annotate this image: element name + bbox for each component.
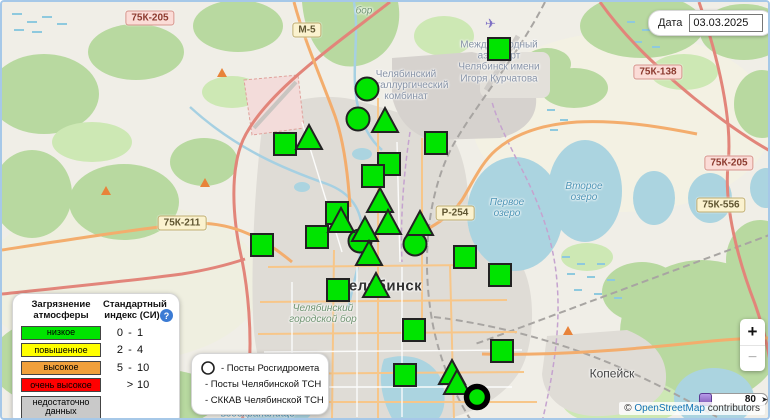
post-marker-square[interactable] <box>251 234 273 256</box>
post-marker-triangle[interactable] <box>296 125 322 149</box>
marker-legend-label: - Посты Челябинской ТСН <box>205 379 321 390</box>
marker-legend-row-circle: - Посты Росгидромета <box>200 360 320 376</box>
post-marker-square[interactable] <box>274 133 296 155</box>
openstreetmap-link[interactable]: OpenStreetMap <box>634 403 705 414</box>
marker-legend-label: - СККАВ Челябинской ТСН <box>205 395 324 406</box>
post-marker-triangle[interactable] <box>372 108 398 132</box>
help-icon[interactable]: ? <box>160 309 173 322</box>
post-marker-square[interactable] <box>306 226 328 248</box>
level-box-very-high: очень высокое <box>21 378 101 392</box>
date-label: Дата <box>658 17 682 29</box>
post-marker-square[interactable] <box>327 279 349 301</box>
si-index-title: Стандартный индекс (СИ) <box>103 300 161 322</box>
marker-legend-row-triangle: - СККАВ Челябинской ТСН <box>200 392 320 408</box>
level-box-low: низкое <box>21 326 101 340</box>
post-marker-square[interactable] <box>362 165 384 187</box>
post-marker-triangle[interactable] <box>352 217 378 241</box>
pollution-legend-title: Загрязнение атмосферы <box>21 300 101 322</box>
legend-row-very-high: очень высокое >10 <box>21 378 171 392</box>
legend-row-low: низкое 0-1 <box>21 326 171 340</box>
legend-row-elevated: повышенное 2-4 <box>21 343 171 357</box>
post-marker-square[interactable] <box>454 246 476 268</box>
pollution-legend-panel: Загрязнение атмосферы Стандартный индекс… <box>12 293 180 420</box>
post-marker-square[interactable] <box>488 38 510 60</box>
level-box-elevated: повышенное <box>21 343 101 357</box>
marker-legend-panel: - Посты Росгидромета - Посты Челябинской… <box>191 353 329 415</box>
post-marker-triangle[interactable] <box>367 188 393 212</box>
level-box-no-data: недостаточно данных <box>21 396 101 419</box>
post-marker-square[interactable] <box>491 340 513 362</box>
date-control: Дата <box>648 10 770 36</box>
level-box-high: высокое <box>21 361 101 375</box>
post-marker-triangle[interactable] <box>363 273 389 297</box>
post-marker-circle[interactable] <box>347 108 370 131</box>
post-marker-square[interactable] <box>425 132 447 154</box>
date-input[interactable] <box>689 14 763 32</box>
post-marker-square[interactable] <box>489 264 511 286</box>
post-marker-square[interactable] <box>403 319 425 341</box>
attribution: © OpenStreetMap contributors <box>619 402 765 415</box>
circle-symbol <box>200 360 216 376</box>
marker-legend-label: - Посты Росгидромета <box>221 363 319 374</box>
post-marker-circle[interactable] <box>356 78 379 101</box>
zoom-out-button[interactable]: − <box>740 346 765 372</box>
legend-row-no-data: недостаточно данных <box>21 396 171 419</box>
post-marker-circle-selected[interactable] <box>467 387 488 408</box>
zoom-control: + − <box>740 319 765 371</box>
map-viewport[interactable]: борЧелябинский металлургический комбинат… <box>0 0 770 420</box>
post-marker-square[interactable] <box>394 364 416 386</box>
post-marker-triangle[interactable] <box>375 210 401 234</box>
post-marker-triangle[interactable] <box>407 211 433 235</box>
legend-row-high: высокое 5-10 <box>21 361 171 375</box>
zoom-in-button[interactable]: + <box>740 319 765 346</box>
marker-legend-row-square: - Посты Челябинской ТСН <box>200 376 320 392</box>
